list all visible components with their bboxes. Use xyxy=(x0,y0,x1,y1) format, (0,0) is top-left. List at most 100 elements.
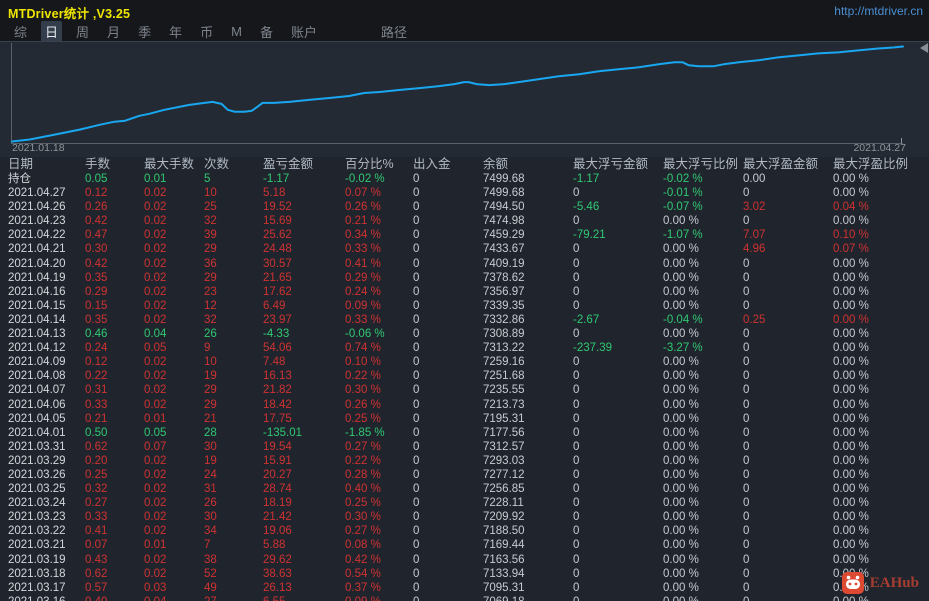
table-row[interactable]: 2021.03.290.200.021915.910.22 %07293.030… xyxy=(0,454,929,468)
cell: 2021.04.01 xyxy=(8,426,85,440)
menu-item-7[interactable]: M xyxy=(227,23,246,40)
cell: 17.62 xyxy=(263,285,345,299)
table-row[interactable]: 2021.04.050.210.012117.750.25 %07195.310… xyxy=(0,412,929,426)
cell: 0.57 xyxy=(85,581,144,595)
table-row[interactable]: 2021.04.200.420.023630.570.41 %07409.190… xyxy=(0,257,929,271)
table-row[interactable]: 2021.03.220.410.023419.060.27 %07188.500… xyxy=(0,524,929,538)
cell: 2021.03.31 xyxy=(8,440,85,454)
table-row[interactable]: 2021.03.230.330.023021.420.30 %07209.920… xyxy=(0,510,929,524)
table-row[interactable]: 2021.04.260.260.022519.520.26 %07494.50-… xyxy=(0,200,929,214)
cell: 0.00 % xyxy=(833,355,926,369)
table-row[interactable]: 2021.03.260.250.022420.270.28 %07277.120… xyxy=(0,468,929,482)
table-row[interactable]: 2021.04.130.460.0426-4.33-0.06 %07308.89… xyxy=(0,327,929,341)
eahub-watermark: EAHub xyxy=(842,572,919,594)
cell: 2021.03.16 xyxy=(8,595,85,601)
cell: 10 xyxy=(204,355,263,369)
cell: 0.00 % xyxy=(833,454,926,468)
table-row[interactable]: 2021.04.190.350.022921.650.29 %07378.620… xyxy=(0,271,929,285)
menu-item-1[interactable]: 日 xyxy=(41,21,62,42)
cell: 0.02 xyxy=(144,553,204,567)
menu-item-5[interactable]: 年 xyxy=(165,21,186,42)
cell: 0.28 % xyxy=(345,468,413,482)
cell: 4.96 xyxy=(743,242,833,256)
cell: 32 xyxy=(204,313,263,327)
daily-stats-table: 日期手数最大手数次数盈亏金额百分比%出入金余额最大浮亏金额最大浮亏比例最大浮盈金… xyxy=(0,157,929,601)
cell: 0.00 % xyxy=(663,369,743,383)
cell: 26 xyxy=(204,496,263,510)
cell: 0.00 % xyxy=(833,299,926,313)
table-row[interactable]: 2021.03.160.400.04276.550.09 %07069.1800… xyxy=(0,595,929,601)
cell: 0 xyxy=(743,271,833,285)
table-row[interactable]: 2021.03.210.070.0175.880.08 %07169.4400.… xyxy=(0,538,929,552)
chart-end-date-label: 2021.04.27 xyxy=(853,142,906,154)
table-row[interactable]: 2021.04.230.420.023215.690.21 %07474.980… xyxy=(0,214,929,228)
cell: 0.46 xyxy=(85,327,144,341)
column-header-5: 百分比% xyxy=(345,157,413,172)
cell: 3.02 xyxy=(743,200,833,214)
cell: 7.07 xyxy=(743,228,833,242)
cell: 0.21 xyxy=(85,412,144,426)
cell: 0.25 % xyxy=(345,412,413,426)
table-row[interactable]: 2021.04.140.350.023223.970.33 %07332.86-… xyxy=(0,313,929,327)
menu-item-2[interactable]: 周 xyxy=(72,21,93,42)
cell: 9 xyxy=(204,341,263,355)
cell: 7494.50 xyxy=(483,200,573,214)
table-row[interactable]: 2021.03.190.430.023829.620.42 %07163.560… xyxy=(0,553,929,567)
cell: 0.09 % xyxy=(345,595,413,601)
table-row[interactable]: 2021.03.170.570.034926.130.37 %07095.310… xyxy=(0,581,929,595)
table-row[interactable]: 2021.04.090.120.02107.480.10 %07259.1600… xyxy=(0,355,929,369)
cell: -0.07 % xyxy=(663,200,743,214)
menu-item-6[interactable]: 币 xyxy=(196,21,217,42)
chart-scroll-arrow-icon[interactable] xyxy=(920,43,928,53)
cell: 36 xyxy=(204,257,263,271)
cell: 0.41 % xyxy=(345,257,413,271)
table-row[interactable]: 2021.03.250.320.023128.740.40 %07256.850… xyxy=(0,482,929,496)
column-header-9: 最大浮亏比例 xyxy=(663,157,743,172)
table-row[interactable]: 2021.04.010.500.0528-135.01-1.85 %07177.… xyxy=(0,426,929,440)
cell: 2021.03.29 xyxy=(8,454,85,468)
cell: 0.00 % xyxy=(663,285,743,299)
cell: 19.54 xyxy=(263,440,345,454)
cell: 0 xyxy=(743,567,833,581)
cell: 0 xyxy=(413,200,483,214)
cell: 0 xyxy=(743,214,833,228)
menu-item-10[interactable]: 路径 xyxy=(377,21,411,42)
table-row[interactable]: 2021.04.080.220.021916.130.22 %07251.680… xyxy=(0,369,929,383)
cell: 0 xyxy=(413,524,483,538)
menu-item-4[interactable]: 季 xyxy=(134,21,155,42)
table-row[interactable]: 2021.04.150.150.02126.490.09 %07339.3500… xyxy=(0,299,929,313)
cell: 0.05 xyxy=(144,426,204,440)
table-row[interactable]: 2021.03.310.620.073019.540.27 %07312.570… xyxy=(0,440,929,454)
table-row[interactable]: 2021.04.070.310.022921.820.30 %07235.550… xyxy=(0,383,929,397)
cell: 0 xyxy=(413,482,483,496)
cell: 7277.12 xyxy=(483,468,573,482)
cell: 18.42 xyxy=(263,398,345,412)
menu-item-9[interactable]: 账户 xyxy=(287,21,321,42)
app-url-link[interactable]: http://mtdriver.cn xyxy=(834,4,923,18)
table-row[interactable]: 2021.04.270.120.02105.180.07 %07499.680-… xyxy=(0,186,929,200)
table-row[interactable]: 2021.04.120.240.05954.060.74 %07313.22-2… xyxy=(0,341,929,355)
table-row[interactable]: 2021.03.180.620.025238.630.54 %07133.940… xyxy=(0,567,929,581)
menu-item-8[interactable]: 备 xyxy=(256,21,277,42)
table-row[interactable]: 2021.04.060.330.022918.420.26 %07213.730… xyxy=(0,398,929,412)
cell: 0.20 xyxy=(85,454,144,468)
cell: 0.00 % xyxy=(833,468,926,482)
cell: 0 xyxy=(573,440,663,454)
table-row[interactable]: 2021.04.220.470.023925.620.34 %07459.29-… xyxy=(0,228,929,242)
table-row[interactable]: 2021.04.160.290.022317.620.24 %07356.970… xyxy=(0,285,929,299)
table-row[interactable]: 2021.03.240.270.022618.190.25 %07228.110… xyxy=(0,496,929,510)
cell: 0.07 xyxy=(85,538,144,552)
menu-item-0[interactable]: 综 xyxy=(10,21,31,42)
cell: 6.55 xyxy=(263,595,345,601)
cell: -3.27 % xyxy=(663,341,743,355)
cell: 0.00 % xyxy=(663,383,743,397)
cell: 5.18 xyxy=(263,186,345,200)
cell: 0.33 xyxy=(85,510,144,524)
cell: 0 xyxy=(413,172,483,186)
cell: 0.00 % xyxy=(833,172,926,186)
table-row[interactable]: 2021.04.210.300.022924.480.33 %07433.670… xyxy=(0,242,929,256)
cell: 2021.04.21 xyxy=(8,242,85,256)
table-row[interactable]: 持仓0.050.015-1.17-0.02 %07499.68-1.17-0.0… xyxy=(0,172,929,186)
menu-item-3[interactable]: 月 xyxy=(103,21,124,42)
cell: 0.00 % xyxy=(663,426,743,440)
